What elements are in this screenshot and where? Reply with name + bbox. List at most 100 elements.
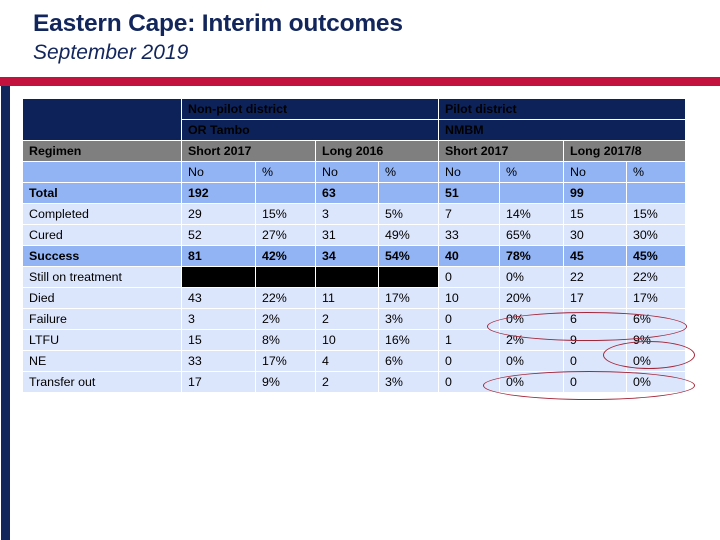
table-cell: 2% [500, 330, 563, 350]
table-cell: 16% [379, 330, 438, 350]
table-cell: 6% [627, 309, 686, 329]
table-cell: 27% [256, 225, 315, 245]
table-header-row-regimen: Regimen Short 2017 Long 2016 Short 2017 … [23, 141, 686, 161]
table-cell: 63 [316, 183, 378, 203]
table-cell: 65% [500, 225, 563, 245]
table-cell: 22 [564, 267, 626, 287]
table-cell: 11 [316, 288, 378, 308]
table-cell: 9 [564, 330, 626, 350]
table-cell: 17% [256, 351, 315, 371]
table-cell: 33 [182, 351, 255, 371]
table-cell: 30% [627, 225, 686, 245]
table-cell: 192 [182, 183, 255, 203]
subheader-a-pct: % [256, 162, 315, 182]
table-cell: 0 [564, 372, 626, 392]
table-cell: 17% [627, 288, 686, 308]
subheader-d-pct: % [627, 162, 686, 182]
table-row: Cured 52 27% 31 49% 33 65% 30 30% [23, 225, 686, 245]
table-cell: 6 [564, 309, 626, 329]
row-label: Success [23, 246, 181, 266]
table-cell-redacted [379, 267, 438, 287]
table-cell [500, 183, 563, 203]
subheader-c-pct: % [500, 162, 563, 182]
table-row: LTFU 15 8% 10 16% 1 2% 9 9% [23, 330, 686, 350]
table-cell: 10 [316, 330, 378, 350]
table-cell: 2% [256, 309, 315, 329]
table-cell: 3% [379, 309, 438, 329]
outcomes-table-wrapper: Non-pilot district Pilot district OR Tam… [22, 98, 687, 393]
table-cell: 17 [564, 288, 626, 308]
table-cell: 33 [439, 225, 499, 245]
header-corner-cell [23, 99, 181, 140]
table-cell-redacted [256, 267, 315, 287]
table-cell: 0% [500, 309, 563, 329]
table-cell: 34 [316, 246, 378, 266]
header-nmbm: NMBM [439, 120, 686, 140]
subheader-b-no: No [316, 162, 378, 182]
left-sidebar-bar [1, 86, 10, 540]
table-cell: 8% [256, 330, 315, 350]
table-cell: 0 [439, 372, 499, 392]
table-row: Total 192 63 51 99 [23, 183, 686, 203]
table-row: Success 81 42% 34 54% 40 78% 45 45% [23, 246, 686, 266]
table-cell: 31 [316, 225, 378, 245]
header-pilot-district: Pilot district [439, 99, 686, 119]
table-cell: 5% [379, 204, 438, 224]
table-cell: 0% [627, 372, 686, 392]
table-cell: 15 [564, 204, 626, 224]
table-cell: 2 [316, 372, 378, 392]
table-cell: 1 [439, 330, 499, 350]
table-cell: 30 [564, 225, 626, 245]
table-row: Transfer out 17 9% 2 3% 0 0% 0 0% [23, 372, 686, 392]
table-subheader-row: No % No % No % No % [23, 162, 686, 182]
table-cell: 15% [256, 204, 315, 224]
table-cell: 22% [256, 288, 315, 308]
table-cell: 22% [627, 267, 686, 287]
subheader-d-no: No [564, 162, 626, 182]
table-cell: 0 [564, 351, 626, 371]
table-cell: 40 [439, 246, 499, 266]
subheader-b-pct: % [379, 162, 438, 182]
table-cell: 29 [182, 204, 255, 224]
table-cell: 17 [182, 372, 255, 392]
table-cell [256, 183, 315, 203]
table-cell [627, 183, 686, 203]
accent-divider-bar [0, 77, 720, 86]
table-cell: 99 [564, 183, 626, 203]
row-label: Cured [23, 225, 181, 245]
table-cell: 45 [564, 246, 626, 266]
header-long-2017-8-pilot: Long 2017/8 [564, 141, 686, 161]
table-row: Still on treatment 0 0% 22 22% [23, 267, 686, 287]
table-cell: 15% [627, 204, 686, 224]
table-cell: 14% [500, 204, 563, 224]
table-cell: 7 [439, 204, 499, 224]
row-label: Transfer out [23, 372, 181, 392]
subheader-a-no: No [182, 162, 255, 182]
table-cell: 81 [182, 246, 255, 266]
table-cell: 0 [439, 267, 499, 287]
table-cell: 45% [627, 246, 686, 266]
table-cell: 2 [316, 309, 378, 329]
row-label: Failure [23, 309, 181, 329]
table-cell: 51 [439, 183, 499, 203]
table-cell: 3 [316, 204, 378, 224]
row-label: NE [23, 351, 181, 371]
table-cell: 42% [256, 246, 315, 266]
table-row: Failure 3 2% 2 3% 0 0% 6 6% [23, 309, 686, 329]
table-cell: 0% [500, 372, 563, 392]
title-block: Eastern Cape: Interim outcomes September… [33, 10, 673, 66]
table-cell: 0 [439, 351, 499, 371]
table-cell: 15 [182, 330, 255, 350]
table-cell: 3% [379, 372, 438, 392]
table-body: Total 192 63 51 99 Completed 29 15% 3 5% 7 14% 15 15%… [23, 183, 686, 392]
table-cell: 49% [379, 225, 438, 245]
page-title: Eastern Cape: Interim outcomes [33, 10, 403, 37]
table-cell: 43 [182, 288, 255, 308]
table-cell: 6% [379, 351, 438, 371]
table-cell: 3 [182, 309, 255, 329]
header-regimen: Regimen [23, 141, 181, 161]
header-or-tambo: OR Tambo [182, 120, 438, 140]
table-cell: 78% [500, 246, 563, 266]
table-cell: 17% [379, 288, 438, 308]
table-cell: 0% [500, 351, 563, 371]
